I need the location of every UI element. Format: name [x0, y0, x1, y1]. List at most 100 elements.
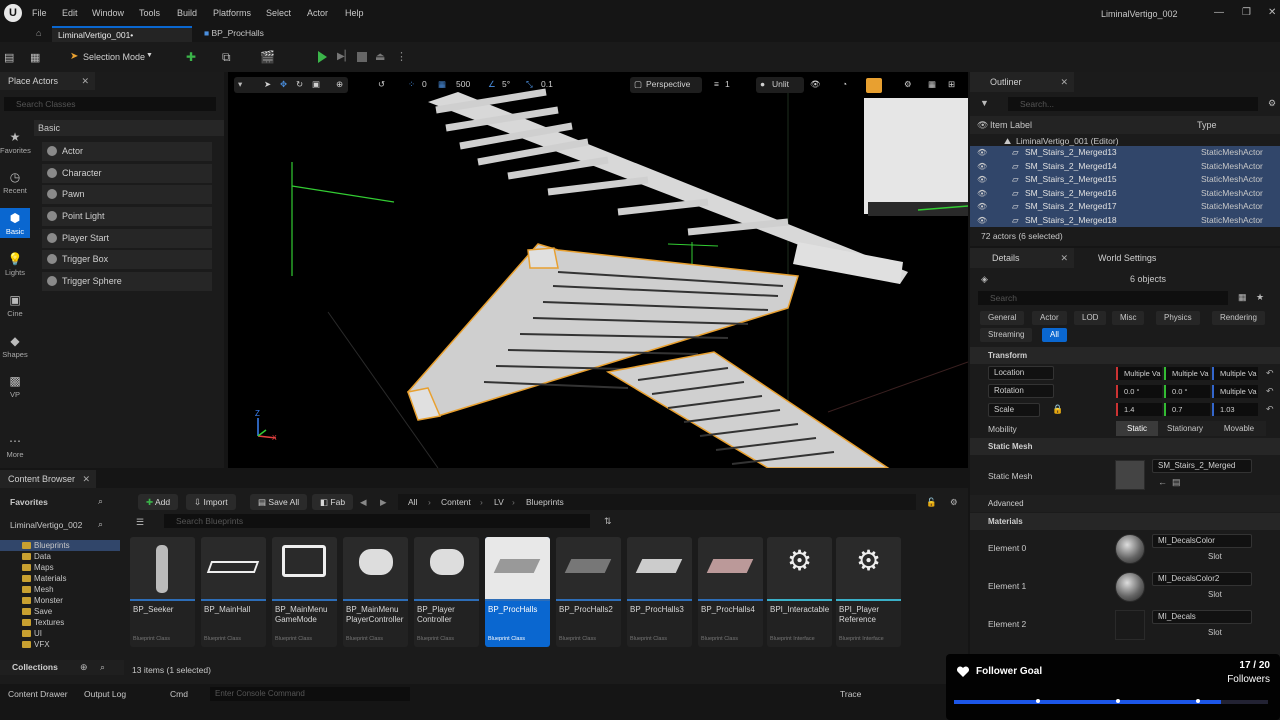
eject-icon[interactable]: ⏏: [375, 50, 385, 63]
actor-item[interactable]: Actor: [42, 142, 212, 161]
outliner-row[interactable]: 👁 ▱ SM_Stairs_2_Merged16 StaticMeshActor: [970, 186, 1280, 201]
breadcrumb-content[interactable]: Content: [441, 497, 471, 507]
character-item[interactable]: Character: [42, 164, 212, 183]
visibility-icon[interactable]: 👁: [977, 160, 987, 174]
trace-dropdown[interactable]: Trace: [840, 689, 861, 699]
rotation-snap-icon[interactable]: ∠: [488, 79, 496, 90]
blueprint-icon[interactable]: ⧉: [222, 50, 231, 65]
outliner-settings-icon[interactable]: ⚙: [1268, 98, 1276, 109]
favorites-label[interactable]: Favorites: [10, 497, 48, 507]
play-options-icon[interactable]: ⋮: [396, 50, 407, 63]
add-button[interactable]: ✚ Add: [138, 494, 179, 510]
scale-reset-icon[interactable]: ↶: [1266, 404, 1274, 415]
visibility-icon[interactable]: 👁: [977, 214, 987, 228]
filter-misc[interactable]: Misc: [1112, 311, 1145, 325]
visibility-icon[interactable]: 👁: [977, 173, 987, 187]
element-1-thumbnail[interactable]: [1115, 572, 1145, 602]
breadcrumb-lv[interactable]: LV: [494, 497, 504, 507]
details-search[interactable]: Search: [978, 291, 1228, 305]
location-reset-icon[interactable]: ↶: [1266, 368, 1274, 379]
details-tab[interactable]: Details ✕: [970, 248, 1074, 268]
sequencer-icon[interactable]: 🎬: [260, 50, 275, 64]
breadcrumb-all[interactable]: All: [408, 497, 417, 507]
collection-search-icon[interactable]: ⌕: [100, 662, 105, 673]
menu-actor[interactable]: Actor: [307, 8, 328, 18]
folder-save[interactable]: Save: [0, 606, 120, 617]
scale-y[interactable]: 0.7: [1164, 403, 1210, 416]
filter-actor[interactable]: Actor: [1032, 311, 1067, 325]
outliner-close-icon[interactable]: ✕: [1060, 72, 1068, 92]
mobility-static[interactable]: Static: [1116, 421, 1158, 436]
details-favorite-icon[interactable]: ★: [1256, 292, 1264, 303]
static-mesh-thumbnail[interactable]: [1115, 460, 1145, 490]
transform-section[interactable]: Transform: [970, 347, 1280, 364]
place-actors-tab[interactable]: Place Actors ✕: [0, 72, 95, 90]
folder-textures[interactable]: Textures: [0, 617, 120, 628]
rotation-y[interactable]: 0.0 °: [1164, 385, 1210, 398]
menu-platforms[interactable]: Platforms: [213, 8, 251, 18]
asset-tile[interactable]: ⚙ BPI_Interactable Blueprint Interface: [767, 537, 832, 647]
perspective-button[interactable]: Perspective: [646, 79, 690, 89]
menu-window[interactable]: Window: [92, 8, 124, 18]
breadcrumb-blueprints[interactable]: Blueprints: [526, 497, 564, 507]
content-browser-close-icon[interactable]: ✕: [82, 470, 90, 488]
show-flags-icon[interactable]: 👁: [810, 79, 821, 90]
favorites-search-icon[interactable]: ⌕: [98, 496, 103, 507]
rotation-x[interactable]: 0.0 °: [1116, 385, 1162, 398]
point-light-item[interactable]: Point Light: [42, 207, 212, 226]
category-basic[interactable]: ⬢ Basic: [0, 208, 30, 238]
close-icon[interactable]: ✕: [1268, 7, 1276, 18]
visibility-icon[interactable]: 👁: [977, 187, 987, 201]
world-settings-tab[interactable]: World Settings: [1076, 248, 1186, 268]
folder-blueprints[interactable]: Blueprints: [0, 540, 120, 551]
folder-maps[interactable]: Maps: [0, 562, 120, 573]
location-z[interactable]: Multiple Va: [1212, 367, 1258, 380]
collections-header[interactable]: Collections: [0, 660, 124, 675]
asset-tile-selected[interactable]: BP_ProcHalls Blueprint Class: [485, 537, 550, 647]
view-mode-button[interactable]: Unlit: [772, 79, 789, 89]
location-x[interactable]: Multiple Va: [1116, 367, 1162, 380]
category-cine[interactable]: ▣ Cine: [0, 293, 30, 319]
play-icon[interactable]: [318, 51, 327, 63]
place-actors-close-icon[interactable]: ✕: [81, 72, 89, 90]
folder-monster[interactable]: Monster: [0, 595, 120, 606]
filter-physics[interactable]: Physics: [1156, 311, 1200, 325]
filter-streaming[interactable]: Streaming: [980, 328, 1033, 342]
add-collection-icon[interactable]: ⊕: [80, 662, 88, 673]
transform-menu-icon[interactable]: ▾: [238, 79, 242, 90]
cmd-dropdown[interactable]: Cmd: [170, 689, 188, 699]
folder-materials[interactable]: Materials: [0, 573, 120, 584]
element-2-thumbnail[interactable]: [1115, 610, 1145, 640]
outliner-filter-icon[interactable]: ▼: [980, 98, 989, 108]
mesh-browse-icon[interactable]: ←: [1158, 477, 1167, 487]
outliner-row[interactable]: 👁 ▱ SM_Stairs_2_Merged13 StaticMeshActor: [970, 146, 1280, 160]
mobility-stationary[interactable]: Stationary: [1158, 421, 1212, 436]
asset-search[interactable]: Search Blueprints: [164, 514, 590, 528]
category-more[interactable]: ⋯ More: [0, 434, 30, 460]
asset-tile[interactable]: BP_ProcHalls3 Blueprint Class: [627, 537, 692, 647]
menu-help[interactable]: Help: [345, 8, 364, 18]
history-back-icon[interactable]: ◀: [360, 497, 367, 508]
lock-icon[interactable]: 🔒: [1052, 404, 1063, 415]
home-icon[interactable]: ⌂: [36, 28, 41, 38]
save-icon[interactable]: ▤: [4, 51, 14, 64]
viewport-layout-icon[interactable]: ⊞: [948, 79, 955, 90]
menu-build[interactable]: Build: [177, 8, 197, 18]
fab-button[interactable]: ◧ Fab: [312, 494, 354, 510]
realtime-warning-icon[interactable]: [866, 78, 882, 93]
static-mesh-section[interactable]: Static Mesh: [970, 438, 1280, 455]
scale-snap-value[interactable]: 0.1: [541, 79, 553, 89]
console-input[interactable]: Enter Console Command: [210, 687, 410, 701]
filter-rendering[interactable]: Rendering: [1212, 311, 1265, 325]
minimize-icon[interactable]: —: [1214, 7, 1224, 18]
scale-dropdown[interactable]: Scale: [988, 403, 1040, 417]
category-recent[interactable]: ◷ Recent: [0, 170, 30, 196]
scale-z[interactable]: 1.03: [1212, 403, 1258, 416]
menu-select[interactable]: Select: [266, 8, 291, 18]
static-mesh-dropdown[interactable]: SM_Stairs_2_Merged: [1152, 459, 1252, 473]
place-actors-search[interactable]: Search Classes: [4, 97, 216, 111]
asset-tile[interactable]: BP_MainHall Blueprint Class: [201, 537, 266, 647]
filter-lod[interactable]: LOD: [1074, 311, 1107, 325]
scale-snap-icon[interactable]: ⤡: [526, 79, 533, 90]
viewport-options-icon[interactable]: ▦: [928, 79, 936, 90]
